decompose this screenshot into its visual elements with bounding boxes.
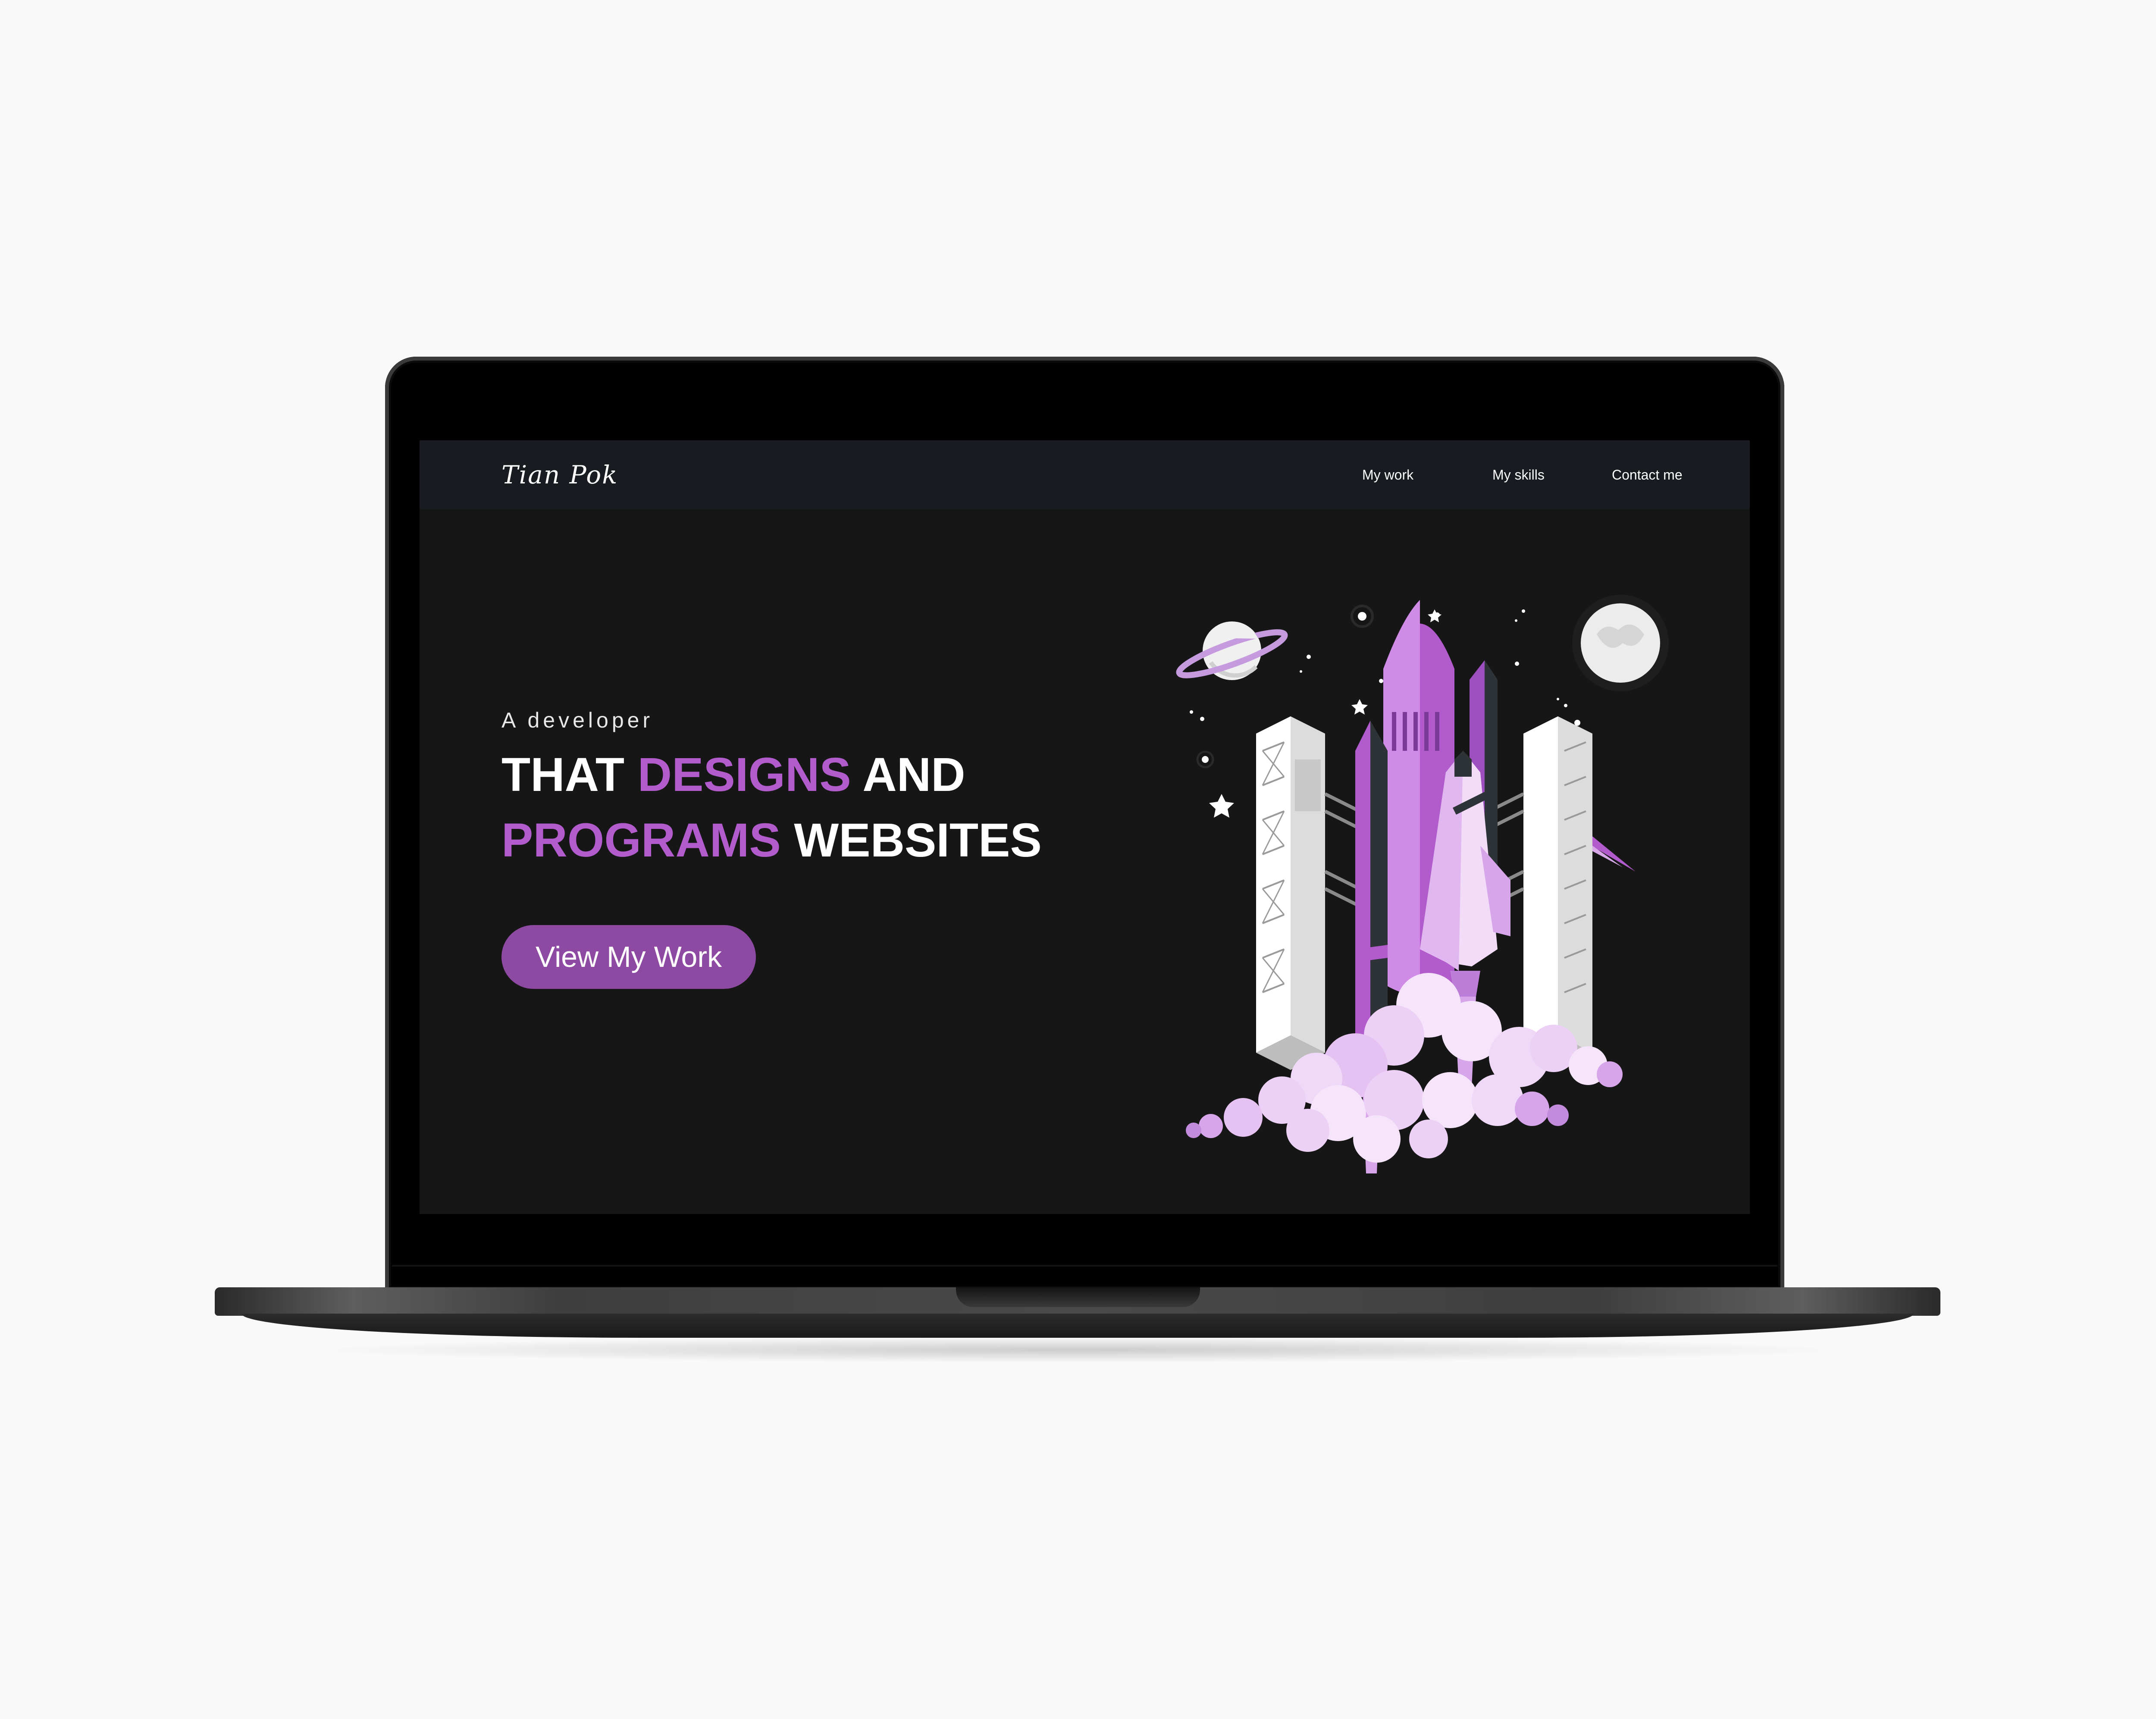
hero-title-part2: AND bbox=[851, 748, 965, 801]
hero-title-accent-designs: DESIGNS bbox=[637, 748, 851, 801]
planet-icon bbox=[1176, 621, 1288, 680]
nav-link-my-work[interactable]: My work bbox=[1362, 464, 1413, 486]
hero-title-accent-programs: PROGRAMS bbox=[501, 814, 781, 867]
laptop-base-bottom bbox=[241, 1314, 1914, 1338]
hero-subtitle: A developer bbox=[501, 708, 654, 732]
view-my-work-button[interactable]: View My Work bbox=[501, 925, 756, 989]
site-logo[interactable]: Tian Pok bbox=[501, 453, 618, 496]
hero-title-part1: THAT bbox=[501, 748, 638, 801]
rocket-launch-illustration bbox=[1176, 595, 1669, 1173]
nav-link-contact-me[interactable]: Contact me bbox=[1612, 464, 1683, 486]
laptop-bezel-strip bbox=[392, 1265, 1777, 1267]
hero-title: THAT DESIGNS AND PROGRAMS WEBSITES bbox=[501, 742, 1148, 873]
hero-title-part3: WEBSITES bbox=[780, 814, 1042, 867]
navbar: Tian Pok My work My skills Contact me bbox=[420, 440, 1750, 509]
laptop-notch bbox=[956, 1287, 1200, 1307]
website-screen: Tian Pok My work My skills Contact me A … bbox=[420, 440, 1750, 1214]
laptop-shadow bbox=[302, 1337, 1854, 1363]
moon-icon bbox=[1572, 595, 1669, 691]
nav-link-my-skills[interactable]: My skills bbox=[1492, 464, 1545, 486]
